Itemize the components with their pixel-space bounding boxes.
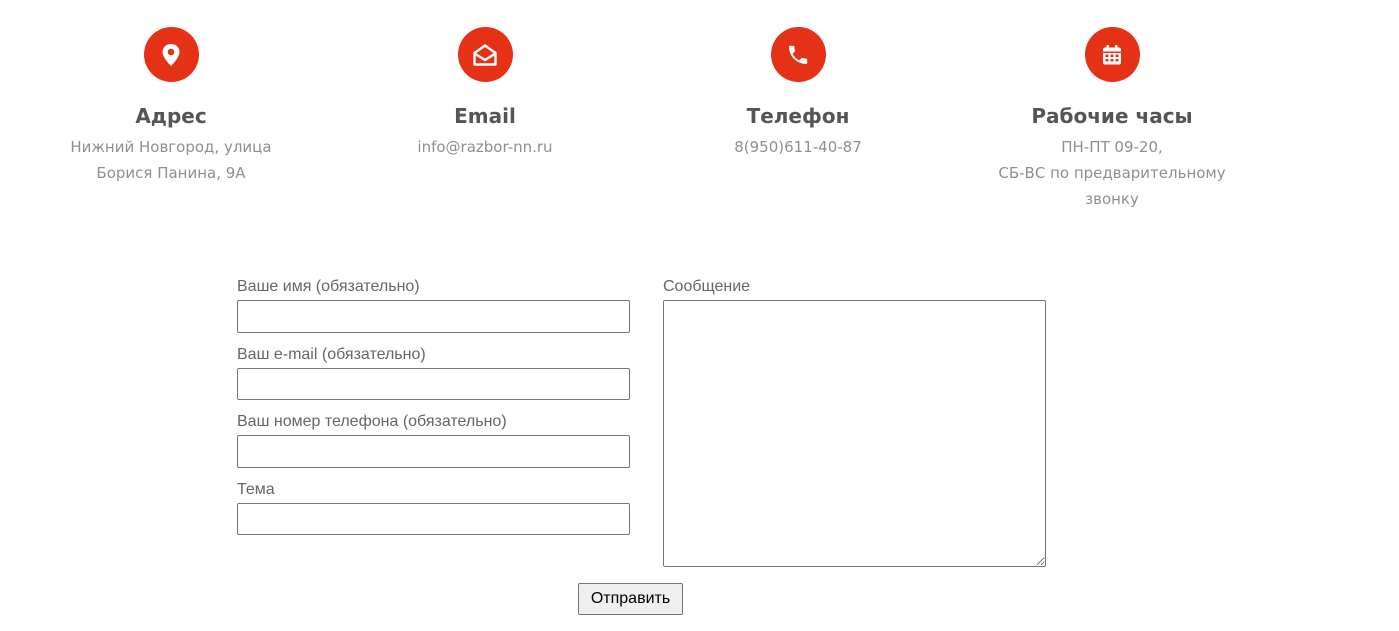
address-title: Адрес xyxy=(135,104,207,128)
email-label: Ваш e-mail (обязательно) xyxy=(237,346,426,363)
phone-input[interactable] xyxy=(237,435,630,468)
address-text: Нижний Новгород, улица Борися Панина, 9А xyxy=(31,134,311,186)
hours-text: ПН-ПТ 09-20, СБ-ВС по предварительному з… xyxy=(972,134,1252,212)
email-text: info@razbor-nn.ru xyxy=(345,134,625,160)
envelope-open-icon xyxy=(457,27,513,82)
email-title: Email xyxy=(454,104,516,128)
subject-input[interactable] xyxy=(237,503,630,535)
subject-label: Тема xyxy=(237,481,275,498)
hours-block: Рабочие часы ПН-ПТ 09-20, СБ-ВС по предв… xyxy=(972,27,1252,212)
hours-line: звонку xyxy=(1085,190,1139,208)
hours-line: ПН-ПТ 09-20, xyxy=(1061,138,1163,156)
address-block: Адрес Нижний Новгород, улица Борися Пани… xyxy=(31,27,311,186)
message-textarea[interactable] xyxy=(663,300,1046,567)
address-line: Нижний Новгород, улица xyxy=(70,138,272,156)
phone-number-link[interactable]: 8(950)611-40-87 xyxy=(658,134,938,160)
email-block: Email info@razbor-nn.ru xyxy=(345,27,625,160)
address-line: Борися Панина, 9А xyxy=(96,164,246,182)
email-address-link[interactable]: info@razbor-nn.ru xyxy=(345,134,625,160)
phone-icon xyxy=(770,27,826,82)
map-pin-icon xyxy=(143,27,199,82)
name-input[interactable] xyxy=(237,300,630,333)
calendar-icon xyxy=(1084,27,1140,82)
phone-block: Телефон 8(950)611-40-87 xyxy=(658,27,938,160)
message-label: Сообщение xyxy=(663,278,751,295)
contact-info-row: Адрес Нижний Новгород, улица Борися Пани… xyxy=(0,0,1399,230)
hours-line: СБ-ВС по предварительному xyxy=(998,164,1226,182)
submit-button[interactable]: Отправить xyxy=(578,583,683,615)
email-input[interactable] xyxy=(237,368,630,400)
phone-title: Телефон xyxy=(746,104,850,128)
phone-label: Ваш номер телефона (обязательно) xyxy=(237,413,507,430)
name-label: Ваше имя (обязательно) xyxy=(237,278,420,295)
phone-text: 8(950)611-40-87 xyxy=(658,134,938,160)
hours-title: Рабочие часы xyxy=(1031,104,1193,128)
